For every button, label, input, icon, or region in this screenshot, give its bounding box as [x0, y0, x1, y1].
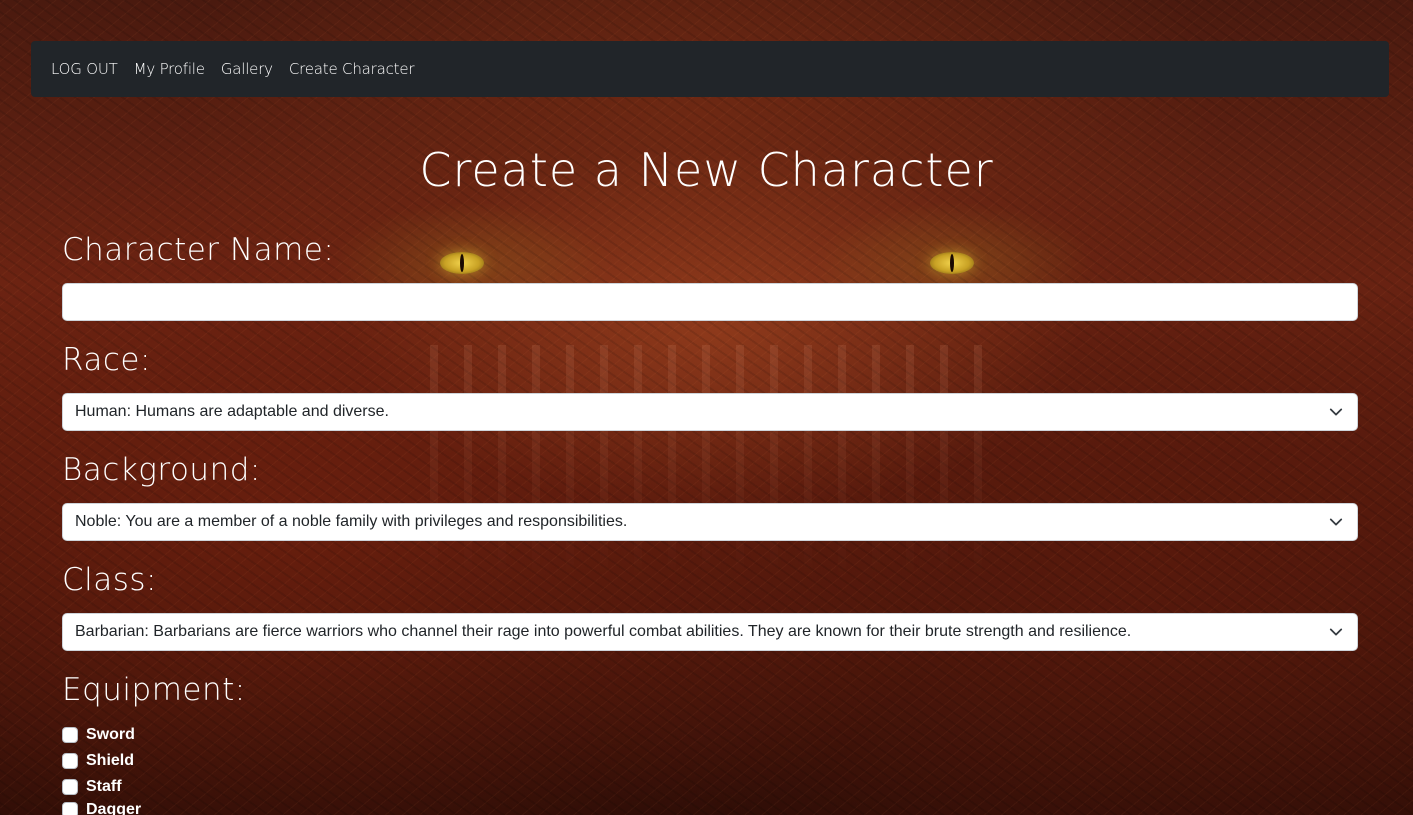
dragon-eye-left: [440, 252, 484, 274]
page-title: Create a New Character: [419, 143, 994, 197]
class-label: Class:: [62, 562, 158, 598]
class-select-value: Barbarian: Barbarians are fierce warrior…: [75, 623, 1132, 640]
background-label: Background:: [62, 452, 261, 488]
nav-logout-link[interactable]: LOG OUT: [51, 60, 118, 78]
nav-gallery-link[interactable]: Gallery: [221, 60, 273, 78]
race-label: Race:: [62, 342, 151, 378]
checkbox[interactable]: [62, 802, 78, 815]
class-select[interactable]: Barbarian: Barbarians are fierce warrior…: [62, 613, 1358, 651]
chevron-down-icon: [1329, 518, 1343, 526]
checkbox-label: Dagger: [86, 801, 142, 815]
dragon-fangs: [430, 345, 990, 585]
chevron-down-icon: [1329, 408, 1343, 416]
chevron-down-icon: [1329, 628, 1343, 636]
checkbox-label: Staff: [86, 778, 122, 795]
equipment-option-sword[interactable]: Sword: [62, 724, 135, 746]
checkbox[interactable]: [62, 753, 78, 769]
top-navbar: LOG OUT My Profile Gallery Create Charac…: [31, 41, 1389, 97]
equipment-option-staff[interactable]: Staff: [62, 776, 122, 798]
equipment-label: Equipment:: [62, 672, 246, 708]
race-select[interactable]: Human: Humans are adaptable and diverse.: [62, 393, 1358, 431]
checkbox-label: Sword: [86, 726, 135, 743]
checkbox-label: Shield: [86, 752, 135, 769]
dragon-eye-right: [930, 252, 974, 274]
background-select[interactable]: Noble: You are a member of a noble famil…: [62, 503, 1358, 541]
checkbox[interactable]: [62, 779, 78, 795]
nav-create-character-link[interactable]: Create Character: [289, 60, 415, 78]
equipment-option-dagger[interactable]: Dagger: [62, 799, 141, 815]
checkbox[interactable]: [62, 727, 78, 743]
character-name-input[interactable]: [62, 283, 1358, 321]
equipment-option-shield[interactable]: Shield: [62, 750, 134, 772]
nav-my-profile-link[interactable]: My Profile: [134, 60, 205, 78]
character-name-label: Character Name:: [62, 232, 335, 268]
race-select-value: Human: Humans are adaptable and diverse.: [75, 403, 389, 420]
background-select-value: Noble: You are a member of a noble famil…: [75, 513, 628, 530]
